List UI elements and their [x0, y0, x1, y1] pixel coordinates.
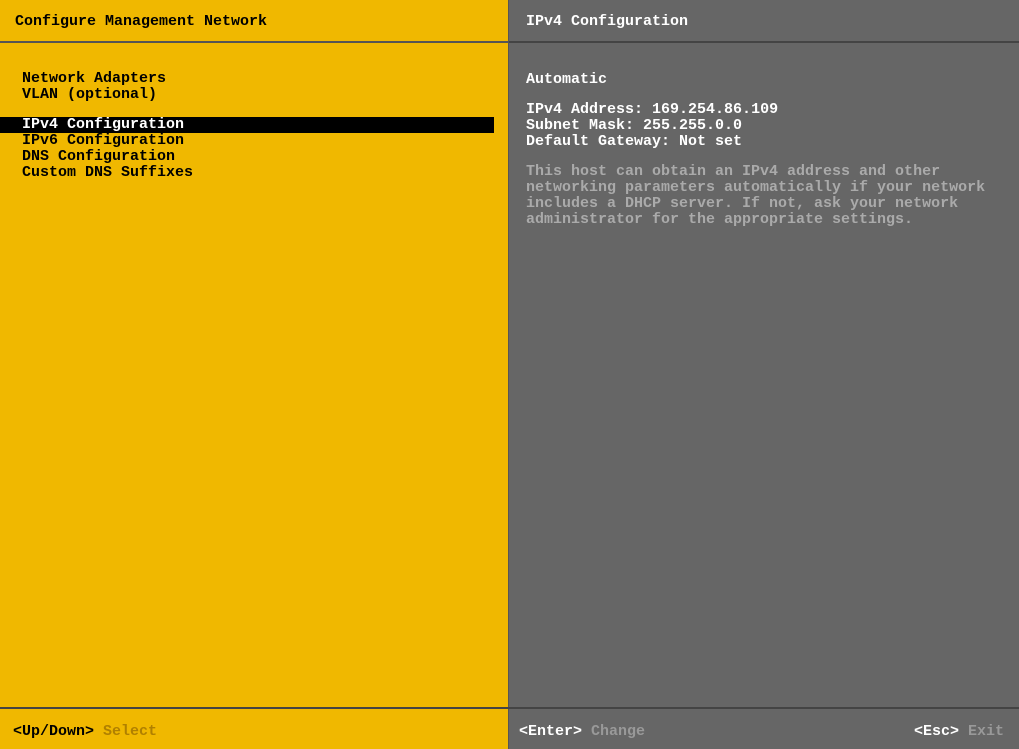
help-text: This host can obtain an IPv4 address and…: [526, 164, 1002, 228]
menu-item-network-adapters[interactable]: Network Adapters: [0, 71, 508, 87]
app-root: Configure Management Network Network Ada…: [0, 0, 1019, 749]
footer: <Up/Down> Select <Enter> Change <Esc> Ex…: [0, 707, 1019, 749]
footer-left: <Up/Down> Select: [0, 709, 509, 749]
menu-group-1: Network Adapters VLAN (optional): [0, 71, 508, 103]
subnet-mask-label: Subnet Mask:: [526, 117, 634, 134]
subnet-mask-line: Subnet Mask: 255.255.0.0: [526, 118, 1002, 134]
network-info-block: IPv4 Address: 169.254.86.109 Subnet Mask…: [526, 102, 1002, 150]
footer-updown-key: <Up/Down>: [13, 723, 94, 740]
right-panel-body: Automatic IPv4 Address: 169.254.86.109 S…: [509, 41, 1019, 707]
ipv4-address-label: IPv4 Address:: [526, 101, 643, 118]
default-gateway-value: Not set: [679, 133, 742, 150]
right-panel: IPv4 Configuration Automatic IPv4 Addres…: [509, 0, 1019, 707]
left-panel-title: Configure Management Network: [0, 0, 509, 41]
left-panel-body: Network Adapters VLAN (optional) IPv4 Co…: [0, 41, 509, 707]
footer-esc-group: <Esc> Exit: [914, 723, 1004, 749]
menu-group-2: IPv4 Configuration IPv6 Configuration DN…: [0, 117, 508, 181]
ipv4-address-value: 169.254.86.109: [652, 101, 778, 118]
footer-enter-key[interactable]: <Enter>: [519, 723, 582, 740]
default-gateway-line: Default Gateway: Not set: [526, 134, 1002, 150]
right-panel-title: IPv4 Configuration: [509, 0, 1019, 41]
menu-item-custom-dns-suffixes[interactable]: Custom DNS Suffixes: [0, 165, 508, 181]
main-area: Configure Management Network Network Ada…: [0, 0, 1019, 707]
footer-enter-action: Change: [591, 723, 645, 740]
footer-enter-group: <Enter> Change: [519, 723, 645, 749]
footer-esc-action: Exit: [968, 723, 1004, 740]
default-gateway-label: Default Gateway:: [526, 133, 670, 150]
ipv4-address-line: IPv4 Address: 169.254.86.109: [526, 102, 1002, 118]
left-panel: Configure Management Network Network Ada…: [0, 0, 509, 707]
footer-right: <Enter> Change <Esc> Exit: [509, 709, 1019, 749]
menu-item-ipv4-configuration[interactable]: IPv4 Configuration: [0, 117, 494, 133]
config-mode-label: Automatic: [526, 71, 1002, 88]
menu-item-vlan[interactable]: VLAN (optional): [0, 87, 508, 103]
menu-item-dns-configuration[interactable]: DNS Configuration: [0, 149, 508, 165]
footer-esc-key[interactable]: <Esc>: [914, 723, 959, 740]
subnet-mask-value: 255.255.0.0: [643, 117, 742, 134]
footer-updown-action: Select: [103, 723, 157, 740]
menu-item-ipv6-configuration[interactable]: IPv6 Configuration: [0, 133, 508, 149]
